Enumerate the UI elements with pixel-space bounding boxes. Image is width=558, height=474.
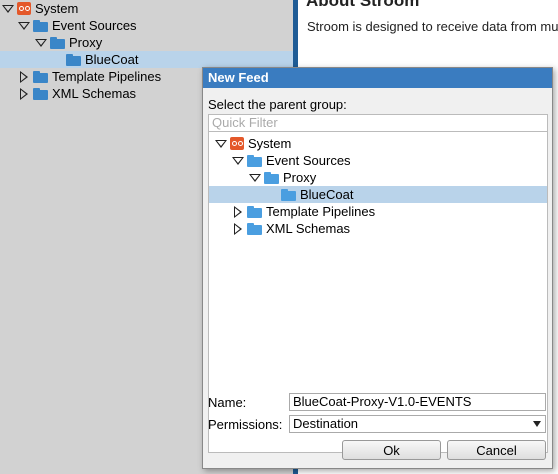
name-label: Name: <box>208 395 247 410</box>
tree-item-label: Event Sources <box>52 18 137 33</box>
tree-item-proxy[interactable]: Proxy <box>249 169 316 186</box>
expand-arrow-icon[interactable] <box>18 20 30 32</box>
tree-item-label: Proxy <box>69 35 103 50</box>
tree-item-template-pipelines[interactable]: Template Pipelines <box>18 68 161 85</box>
name-input[interactable]: BlueCoat-Proxy-V1.0-EVENTS <box>289 393 546 411</box>
tree-item-label: System <box>248 136 292 151</box>
system-icon <box>230 137 244 150</box>
cancel-button[interactable]: Cancel <box>447 440 546 460</box>
tree-item-label: BlueCoat <box>300 187 354 202</box>
tree-item-label: XML Schemas <box>52 86 137 101</box>
dropdown-arrow-icon <box>533 421 541 427</box>
permissions-label: Permissions: <box>208 417 283 432</box>
parent-group-label: Select the parent group: <box>208 97 347 112</box>
folder-icon <box>247 205 262 218</box>
expand-arrow-icon[interactable] <box>35 37 47 49</box>
permissions-value: Destination <box>293 416 359 431</box>
about-heading: About Stroom <box>306 0 420 10</box>
tree-item-label: Template Pipelines <box>52 69 162 84</box>
expand-arrow-icon[interactable] <box>215 138 227 150</box>
tree-item-proxy[interactable]: Proxy <box>35 34 102 51</box>
folder-icon <box>264 171 279 184</box>
tree-item-event-sources[interactable]: Event Sources <box>232 152 351 169</box>
folder-icon <box>33 19 48 32</box>
folder-icon <box>281 188 296 201</box>
tree-item-label: Template Pipelines <box>266 204 376 219</box>
collapse-arrow-icon[interactable] <box>18 70 30 83</box>
folder-icon <box>247 154 262 167</box>
folder-icon <box>66 53 81 66</box>
expand-arrow-icon[interactable] <box>249 172 261 184</box>
ok-button[interactable]: Ok <box>342 440 441 460</box>
collapse-arrow-icon[interactable] <box>18 87 30 100</box>
tree-item-label: Event Sources <box>266 153 351 168</box>
tree-item-xml-schemas[interactable]: XML Schemas <box>232 220 350 237</box>
quick-filter-input[interactable]: Quick Filter <box>208 114 548 132</box>
expand-arrow-icon[interactable] <box>232 155 244 167</box>
tree-item-bluecoat[interactable]: BlueCoat <box>209 186 547 203</box>
tree-item-label: Proxy <box>283 170 317 185</box>
folder-icon <box>33 70 48 83</box>
collapse-arrow-icon[interactable] <box>232 222 244 235</box>
dialog-title[interactable]: New Feed <box>203 68 552 88</box>
folder-icon <box>50 36 65 49</box>
tree-item-label: System <box>35 1 79 16</box>
tree-item-event-sources[interactable]: Event Sources <box>18 17 137 34</box>
about-text: Stroom is designed to receive data from … <box>307 19 558 34</box>
tree-item-bluecoat[interactable]: BlueCoat <box>0 51 293 68</box>
tree-item-system[interactable]: System <box>215 135 291 152</box>
tree-item-xml-schemas[interactable]: XML Schemas <box>18 85 136 102</box>
collapse-arrow-icon[interactable] <box>232 205 244 218</box>
tree-item-system[interactable]: System <box>2 0 78 17</box>
folder-icon <box>247 222 262 235</box>
expand-arrow-icon[interactable] <box>2 3 14 15</box>
permissions-select[interactable]: Destination <box>289 415 546 433</box>
folder-icon <box>33 87 48 100</box>
tree-item-label: BlueCoat <box>85 52 139 67</box>
tree-item-template-pipelines[interactable]: Template Pipelines <box>232 203 375 220</box>
tree-item-label: XML Schemas <box>266 221 351 236</box>
new-feed-dialog: New Feed Select the parent group: Quick … <box>202 67 553 469</box>
system-icon <box>17 2 31 15</box>
